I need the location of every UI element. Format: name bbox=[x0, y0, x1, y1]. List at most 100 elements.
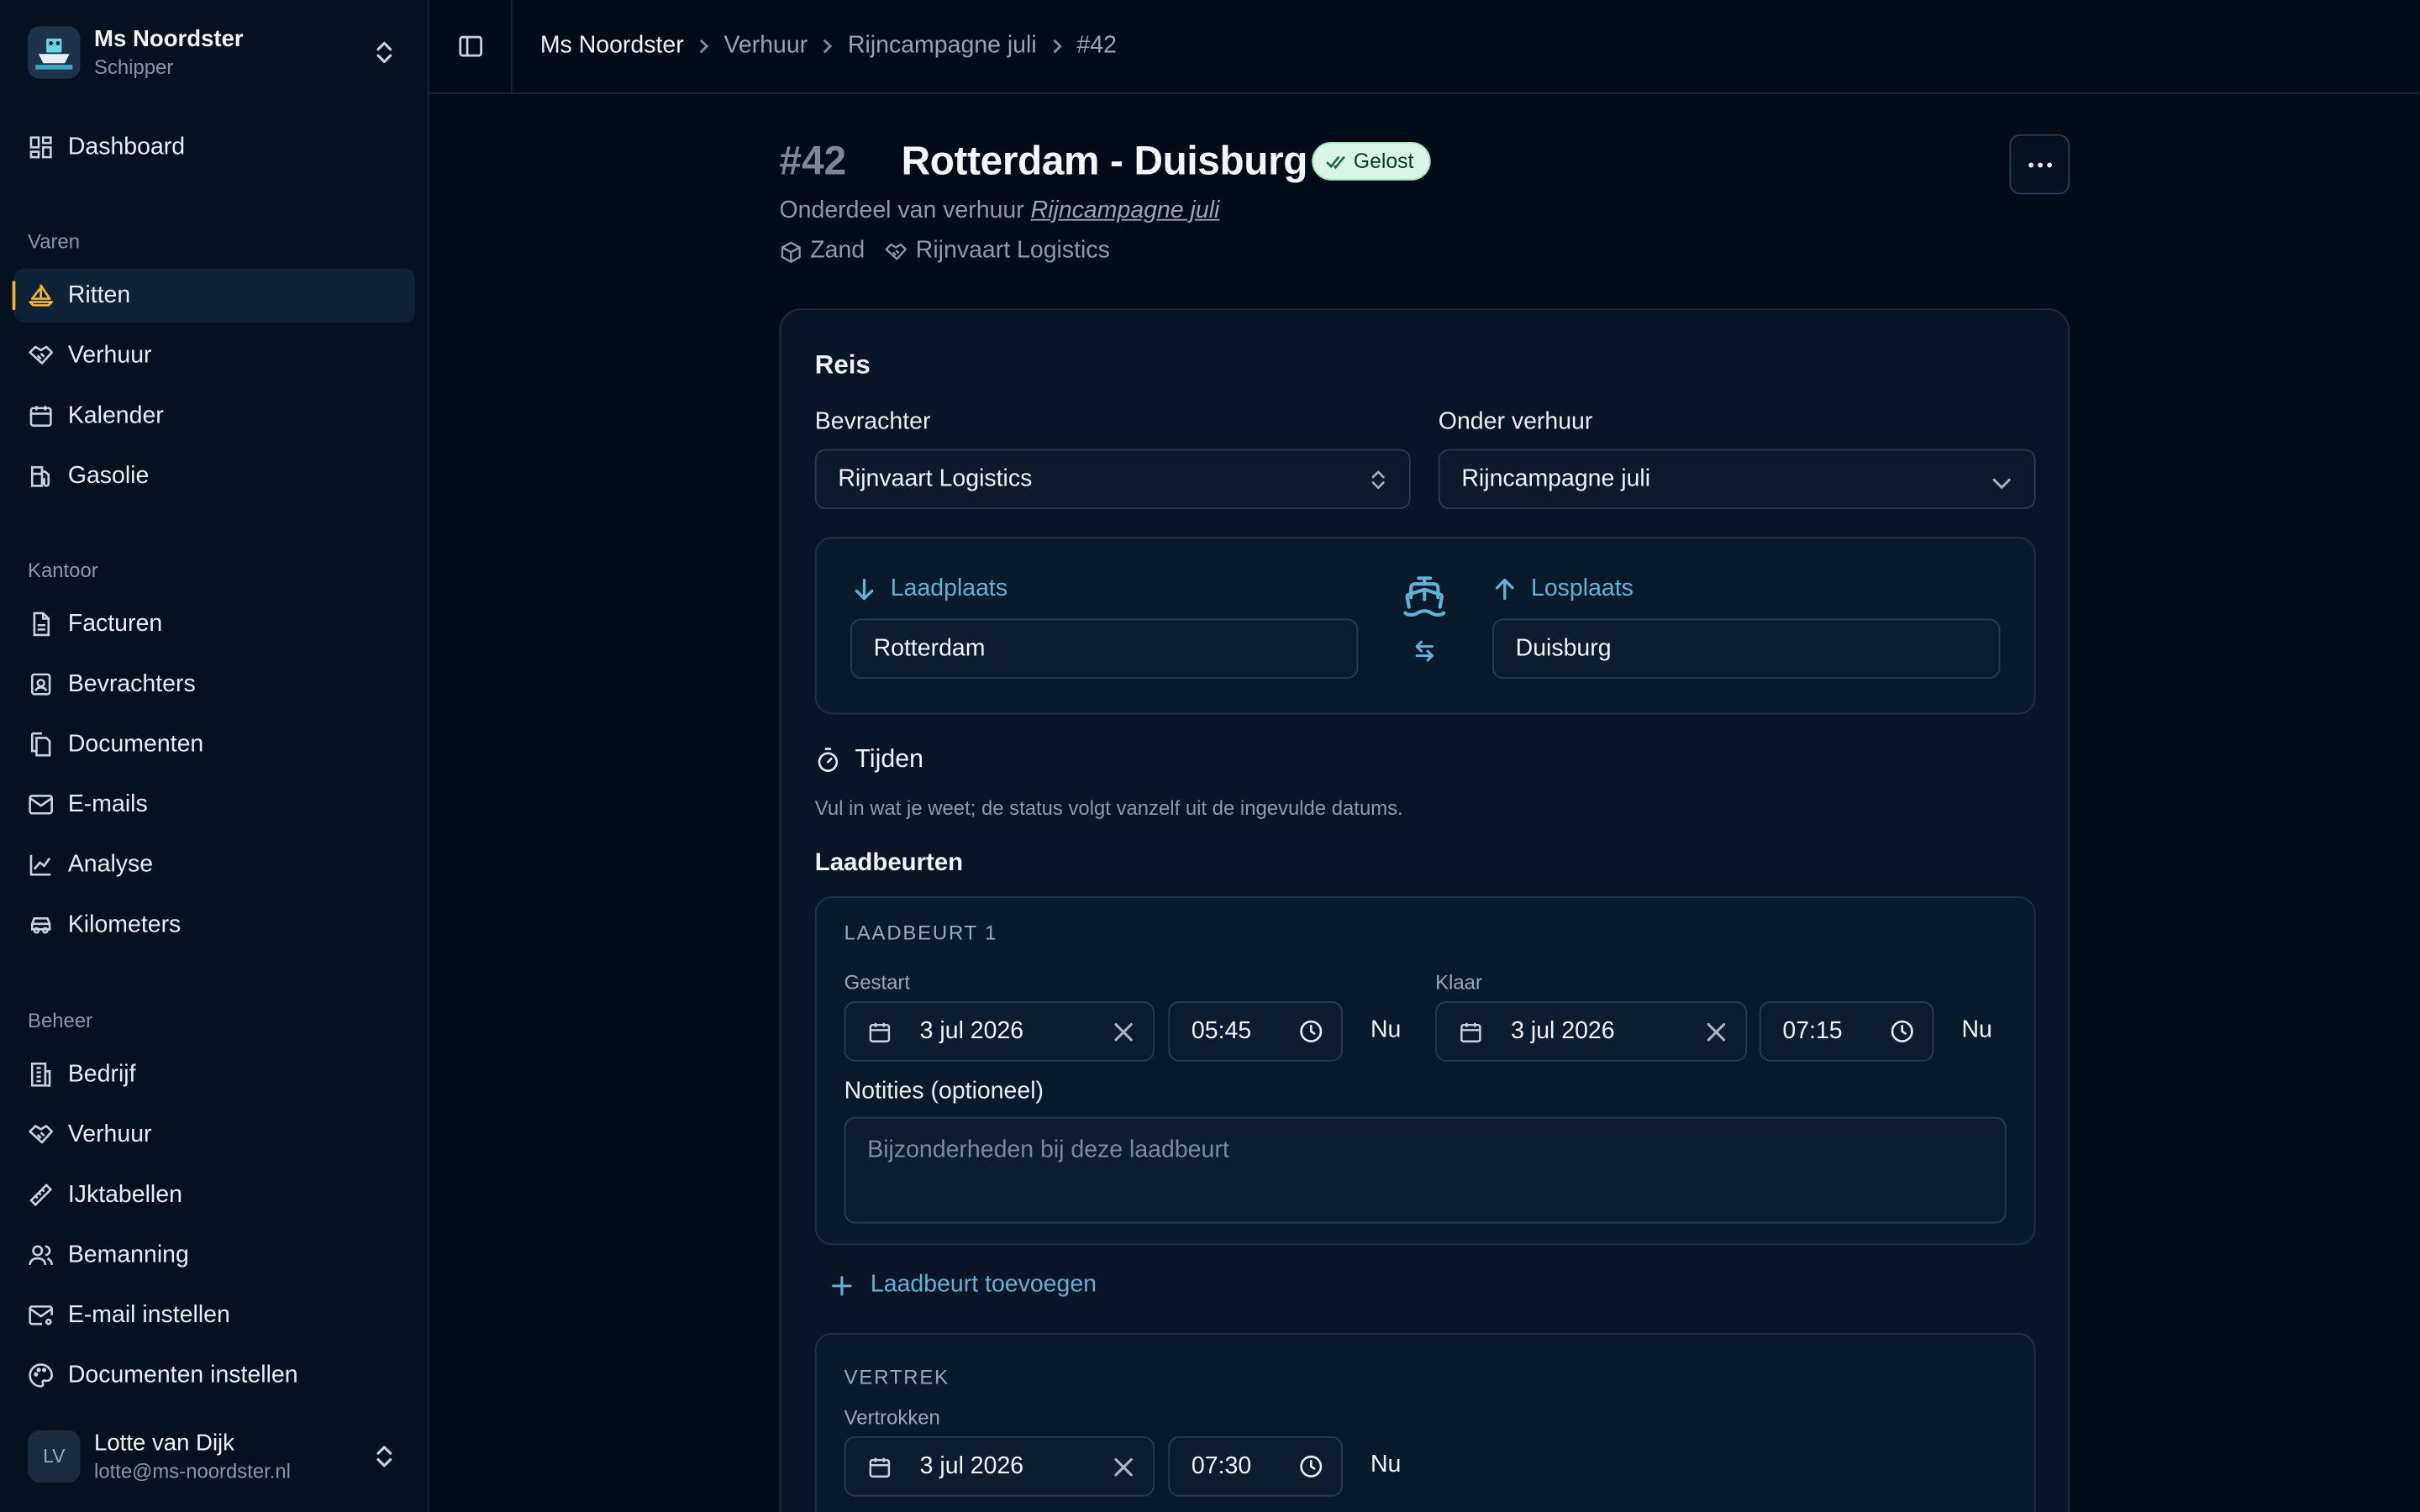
package-icon bbox=[781, 240, 801, 263]
clear-date-button[interactable] bbox=[1113, 1457, 1134, 1486]
breadcrumb-verhuur[interactable]: Verhuur bbox=[723, 33, 808, 60]
sidebar-item-kalender[interactable]: Kalender bbox=[14, 389, 416, 443]
chevron-right-icon bbox=[820, 37, 835, 55]
sidebar-item-dashboard[interactable]: Dashboard bbox=[14, 120, 416, 174]
ship-icon bbox=[1402, 572, 1448, 626]
files-icon bbox=[30, 732, 51, 757]
sidebar-item-documenten-instellen[interactable]: Documenten instellen bbox=[14, 1348, 416, 1402]
vertrokken-time-value: 07:30 bbox=[1191, 1453, 1252, 1480]
close-icon bbox=[1114, 1457, 1133, 1477]
bevrachter-value: Rijnvaart Logistics bbox=[838, 465, 1033, 491]
sidebar-item-ijktabellen[interactable]: IJktabellen bbox=[14, 1168, 416, 1221]
page-title: Rotterdam - Duisburg bbox=[901, 137, 1308, 184]
chevron-up-down-icon bbox=[1369, 468, 1387, 501]
ruler-icon bbox=[29, 1183, 53, 1207]
vertrokken-now-button[interactable]: Nu bbox=[1370, 1452, 1401, 1479]
sidebar-item-e-mails[interactable]: E-mails bbox=[14, 778, 416, 832]
vertrek-panel: VERTREK Vertrokken 3 jul 2026 07:30 Nu bbox=[814, 1332, 2036, 1512]
sidebar-item-documenten[interactable]: Documenten bbox=[14, 717, 416, 771]
gestart-now-button[interactable]: Nu bbox=[1370, 1016, 1401, 1044]
losplaats-input[interactable]: Duisburg bbox=[1492, 618, 2001, 680]
sidebar-item-label: Bemanning bbox=[67, 1241, 189, 1268]
cargo-label: Zand bbox=[810, 237, 865, 265]
gestart-time-input[interactable]: 05:45 bbox=[1168, 1001, 1343, 1062]
klaar-date-input[interactable]: 3 jul 2026 bbox=[1435, 1001, 1748, 1062]
laadbeurt-label: LAADBEURT 1 bbox=[844, 921, 998, 945]
laadplaats-value: Rotterdam bbox=[873, 634, 986, 662]
notes-textarea[interactable]: Bijzonderheden bij deze laadbeurt bbox=[844, 1116, 2007, 1224]
sidebar-item-ritten[interactable]: Ritten bbox=[12, 268, 416, 323]
sidebar-item-bemanning[interactable]: Bemanning bbox=[14, 1228, 416, 1282]
more-actions-button[interactable] bbox=[2009, 134, 2070, 195]
gestart-date-value: 3 jul 2026 bbox=[919, 1018, 1024, 1045]
panel-left-icon bbox=[458, 35, 482, 57]
clock-icon bbox=[1298, 1453, 1324, 1487]
verhuur-select[interactable]: Rijncampagne juli bbox=[1438, 449, 2036, 510]
tijden-title: Tijden bbox=[855, 745, 923, 774]
trip-tags: Zand Rijnvaart Logistics bbox=[780, 238, 1130, 265]
sidebar-item-e-mail-instellen[interactable]: E-mail instellen bbox=[14, 1289, 416, 1342]
sidebar-item-label: Analyse bbox=[67, 850, 154, 878]
sidebar-item-label: E-mails bbox=[67, 790, 148, 817]
section-label-varen: Varen bbox=[28, 229, 81, 254]
verhuur-label: Onder verhuur bbox=[1438, 408, 1593, 435]
sidebar-item-gasolie[interactable]: Gasolie bbox=[14, 449, 416, 502]
vertrokken-time-input[interactable]: 07:30 bbox=[1168, 1436, 1343, 1497]
verhuur-link[interactable]: Rijncampagne juli bbox=[1031, 197, 1220, 223]
sidebar-item-bedrijf[interactable]: Bedrijf bbox=[14, 1047, 416, 1101]
clear-date-button[interactable] bbox=[1706, 1021, 1728, 1051]
sidebar-item-verhuur-beheer[interactable]: Verhuur bbox=[14, 1108, 416, 1162]
losplaats-value: Duisburg bbox=[1515, 634, 1612, 662]
swap-route-button[interactable] bbox=[1413, 638, 1437, 671]
clock-icon bbox=[1889, 1018, 1915, 1052]
sidebar-item-analyse[interactable]: Analyse bbox=[14, 837, 416, 891]
user-menu[interactable]: LV Lotte van Dijk lotte@ms-noordster.nl bbox=[15, 1416, 413, 1497]
status-badge: Gelost bbox=[1312, 141, 1431, 181]
sidebar-item-label: Bevrachters bbox=[67, 670, 196, 697]
file-text-icon bbox=[33, 612, 50, 637]
charterer-tag: Rijnvaart Logistics bbox=[885, 238, 1110, 265]
clear-date-button[interactable] bbox=[1113, 1021, 1134, 1051]
sidebar-item-label: E-mail instellen bbox=[67, 1301, 230, 1328]
sidebar-item-facturen[interactable]: Facturen bbox=[14, 597, 416, 651]
timer-icon bbox=[818, 748, 839, 772]
sidebar-item-label: Facturen bbox=[67, 610, 163, 637]
laadbeurten-heading: Laadbeurten bbox=[814, 850, 964, 877]
vertrokken-label: Vertrokken bbox=[844, 1405, 940, 1429]
mail-icon bbox=[29, 795, 53, 815]
user-email: lotte@ms-noordster.nl bbox=[94, 1458, 291, 1483]
top-bar: Ms Noordster Verhuur Rijncampagne juli #… bbox=[429, 0, 2420, 95]
close-icon bbox=[1707, 1023, 1726, 1042]
contact-card-icon bbox=[30, 673, 51, 696]
klaar-time-input[interactable]: 07:15 bbox=[1759, 1001, 1934, 1062]
vertrokken-date-value: 3 jul 2026 bbox=[919, 1453, 1024, 1480]
sidebar-item-kilometers[interactable]: Kilometers bbox=[14, 898, 416, 952]
sidebar-toggle-button[interactable] bbox=[429, 0, 513, 94]
tijden-help-text: Vul in wat je weet; de status volgt vanz… bbox=[814, 795, 1403, 820]
sidebar-item-bevrachters[interactable]: Bevrachters bbox=[14, 657, 416, 711]
sidebar-item-label: Verhuur bbox=[67, 341, 152, 369]
vertrokken-date-input[interactable]: 3 jul 2026 bbox=[844, 1436, 1155, 1497]
klaar-now-button[interactable]: Nu bbox=[1961, 1016, 1991, 1044]
vertrek-label: VERTREK bbox=[844, 1365, 950, 1389]
add-laadbeurt-button[interactable]: Laadbeurt toevoegen bbox=[832, 1271, 1097, 1299]
car-icon bbox=[30, 916, 51, 934]
section-label-beheer: Beheer bbox=[28, 1009, 93, 1032]
breadcrumb-campaign[interactable]: Rijncampagne juli bbox=[848, 33, 1037, 60]
breadcrumb-ship[interactable]: Ms Noordster bbox=[540, 33, 684, 60]
chevron-up-down-icon bbox=[373, 1444, 395, 1477]
gestart-date-input[interactable]: 3 jul 2026 bbox=[844, 1001, 1155, 1062]
ship-logo bbox=[28, 26, 81, 79]
laadplaats-input[interactable]: Rotterdam bbox=[850, 618, 1359, 680]
subtitle-prefix: Onderdeel van verhuur bbox=[779, 197, 1024, 224]
sidebar-item-verhuur[interactable]: Verhuur bbox=[14, 328, 416, 382]
bevrachter-select[interactable]: Rijnvaart Logistics bbox=[814, 449, 1411, 510]
ship-name: Ms Noordster bbox=[94, 25, 244, 52]
ship-switcher[interactable]: Ms Noordster Schipper bbox=[15, 15, 413, 89]
breadcrumb-current: #42 bbox=[1076, 32, 1117, 59]
klaar-label: Klaar bbox=[1435, 970, 1482, 994]
check-check-icon bbox=[1326, 155, 1345, 169]
breadcrumb: Ms Noordster Verhuur Rijncampagne juli #… bbox=[540, 33, 1117, 60]
palette-icon bbox=[29, 1363, 53, 1388]
reis-card: Reis Bevrachter Rijnvaart Logistics Onde… bbox=[779, 308, 2070, 1512]
